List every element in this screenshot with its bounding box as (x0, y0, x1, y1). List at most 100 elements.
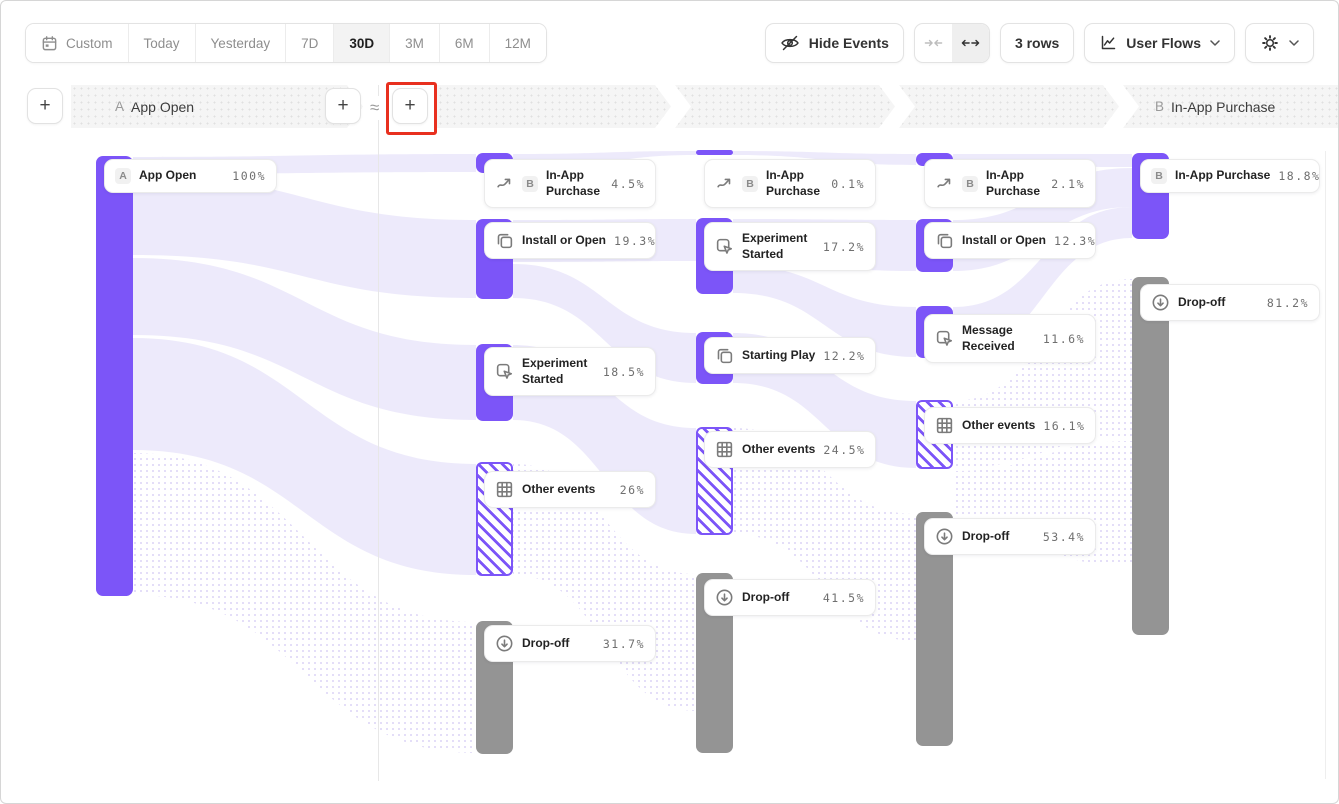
flow-node-percent: 12.2% (823, 349, 865, 363)
flow-node-card[interactable]: B In-App Purchase 0.1% (704, 159, 876, 208)
date-range-yesterday[interactable]: Yesterday (195, 24, 286, 62)
flow-node-percent: 17.2% (823, 240, 865, 254)
step-letter-badge: B (1151, 168, 1167, 184)
step-b-band[interactable]: B In-App Purchase (1123, 85, 1339, 128)
flow-node-percent: 26% (620, 483, 645, 497)
flow-ribbon (133, 338, 476, 575)
date-range-6m[interactable]: 6M (439, 24, 489, 62)
flow-ribbon (133, 258, 476, 420)
hide-events-button[interactable]: Hide Events (765, 23, 904, 63)
flow-node-label: App Open (139, 168, 224, 184)
flow-node-label: Drop-off (1178, 295, 1259, 311)
grid-icon (495, 480, 514, 499)
flow-node-percent: 18.8% (1278, 169, 1320, 183)
date-range-30d[interactable]: 30D (333, 24, 389, 62)
anchor-divider-line (378, 85, 379, 781)
flow-node-label: Drop-off (742, 590, 815, 606)
date-range-3m[interactable]: 3M (389, 24, 439, 62)
flow-node-label: In-App Purchase (1175, 168, 1270, 184)
flow-node-percent: 11.6% (1043, 332, 1085, 346)
flow-node-card[interactable]: BIn-App Purchase4.5% (484, 159, 656, 208)
flow-node-label: Experiment Started (742, 231, 815, 262)
flow-node-bar[interactable] (1132, 277, 1169, 635)
step-a-label: App Open (131, 99, 194, 115)
add-step-button-left[interactable]: + (27, 88, 63, 124)
date-range-custom[interactable]: Custom (26, 24, 128, 62)
date-range-7d[interactable]: 7D (285, 24, 333, 62)
flow-node-bar[interactable] (696, 150, 733, 155)
arrows-expand-icon[interactable] (952, 24, 989, 62)
flow-node-percent: 0.1% (831, 177, 865, 191)
flow-node-label: In-App Purchase (766, 168, 823, 199)
flow-node-percent: 4.5% (611, 177, 645, 191)
flow-node-percent: 81.2% (1267, 296, 1309, 310)
flow-node-label: In-App Purchase (986, 168, 1043, 199)
add-step-button-highlighted[interactable]: + (392, 88, 428, 124)
flow-node-card[interactable]: Experiment Started18.5% (484, 347, 656, 396)
trend-arrow-icon (715, 174, 734, 193)
flow-node-card[interactable]: Install or Open 12.3% (924, 222, 1096, 259)
flow-node-percent: 12.3% (1054, 234, 1096, 248)
arrow-down-circle-icon (935, 527, 954, 546)
flow-node-label: Message Received (962, 323, 1035, 354)
flow-node-card[interactable]: Drop-off 81.2% (1140, 284, 1320, 321)
flow-node-card[interactable]: Drop-off 31.7% (484, 625, 656, 662)
flow-node-card[interactable]: Message Received 11.6% (924, 314, 1096, 363)
trend-arrow-icon (495, 174, 514, 193)
expanded-level-band-3[interactable] (899, 85, 1119, 128)
flow-node-card[interactable]: BIn-App Purchase2.1% (924, 159, 1096, 208)
flow-node-percent: 19.3% (614, 234, 656, 248)
date-range-label: Custom (66, 36, 113, 51)
flow-node-card[interactable]: Drop-off 53.4% (924, 518, 1096, 555)
flow-node-label: Install or Open (522, 233, 606, 249)
flow-node-card[interactable]: B In-App Purchase 18.8% (1140, 159, 1320, 193)
flow-node-label: In-App Purchase (546, 168, 603, 199)
date-range-today[interactable]: Today (128, 24, 195, 62)
flow-node-card[interactable]: Other events16.1% (924, 407, 1096, 444)
step-b-label: In-App Purchase (1171, 99, 1275, 115)
add-step-button-middle[interactable]: + (325, 88, 361, 124)
copy-icon (495, 231, 514, 250)
flow-node-card[interactable]: Install or Open 19.3% (484, 222, 656, 259)
expanded-level-band-2[interactable] (675, 85, 895, 128)
approx-symbol: ≈ (368, 96, 381, 120)
flow-node-card[interactable]: Drop-off41.5% (704, 579, 876, 616)
date-range-selector: Custom Today Yesterday 7D 30D 3M 6M 12M (25, 23, 547, 63)
toolbar: Custom Today Yesterday 7D 30D 3M 6M 12M … (25, 23, 1314, 63)
arrows-collapse-icon[interactable] (915, 24, 952, 62)
calendar-icon (41, 35, 58, 52)
flow-node-bar[interactable] (96, 156, 133, 596)
grid-icon (935, 416, 954, 435)
step-letter-badge: B (742, 176, 758, 192)
flow-node-card[interactable]: Other events24.5% (704, 431, 876, 468)
flow-node-percent: 18.5% (603, 365, 645, 379)
flow-node-percent: 53.4% (1043, 530, 1085, 544)
flow-node-percent: 2.1% (1051, 177, 1085, 191)
rows-button[interactable]: 3 rows (1000, 23, 1074, 63)
chevron-down-icon (1210, 40, 1220, 46)
flow-node-card[interactable]: Other events 26% (484, 471, 656, 508)
copy-icon (715, 346, 734, 365)
view-selector-button[interactable]: User Flows (1084, 23, 1235, 63)
flow-node-label: Other events (522, 482, 612, 498)
settings-button[interactable] (1245, 23, 1314, 63)
trend-arrow-icon (935, 174, 954, 193)
flow-node-card[interactable]: Starting Play 12.2% (704, 337, 876, 374)
date-range-12m[interactable]: 12M (489, 24, 546, 62)
step-a-band[interactable]: A App Open (71, 85, 363, 128)
flow-node-card[interactable]: Experiment Started 17.2% (704, 222, 876, 271)
flow-node-percent: 100% (232, 169, 266, 183)
expanded-level-band-1[interactable] (437, 85, 671, 128)
flow-ribbon (133, 453, 476, 753)
line-chart-icon (1099, 34, 1117, 52)
eye-off-icon (780, 33, 800, 53)
click-icon (495, 362, 514, 381)
flow-node-label: Drop-off (522, 636, 595, 652)
flow-node-card[interactable]: AApp Open100% (104, 159, 277, 193)
click-icon (715, 237, 734, 256)
flow-node-label: Starting Play (742, 348, 815, 364)
flow-node-label: Drop-off (962, 529, 1035, 545)
flow-node-label: Install or Open (962, 233, 1046, 249)
flow-node-percent: 31.7% (603, 637, 645, 651)
chart-right-divider-line (1325, 151, 1326, 779)
